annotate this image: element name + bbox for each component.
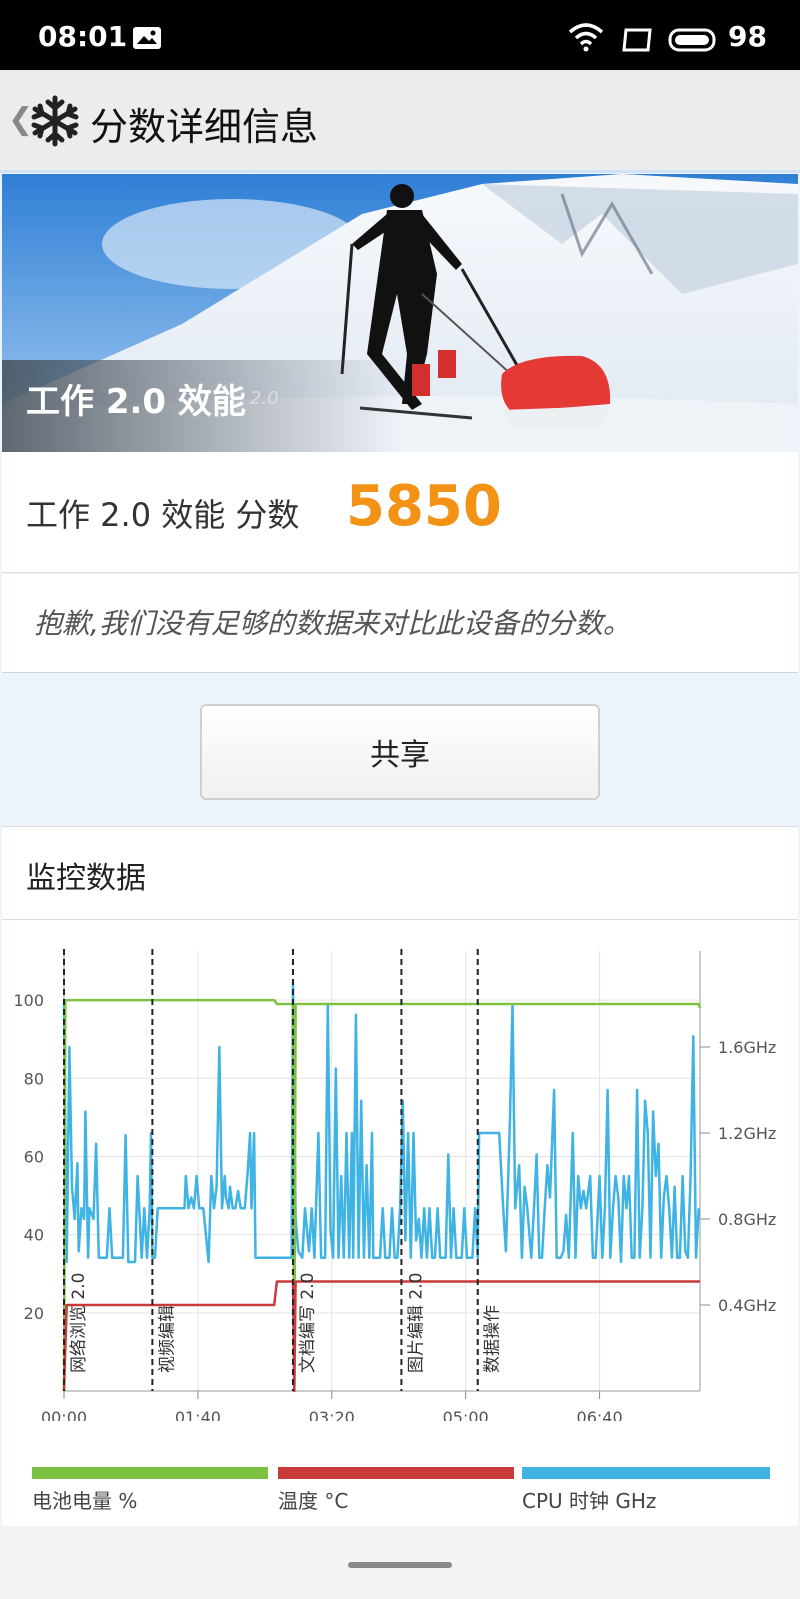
note-card: 抱歉,我们没有足够的数据来对比此设备的分数。 <box>2 574 798 673</box>
y-left-tick-label: 80 <box>24 1069 44 1088</box>
score-value: 5850 <box>346 474 502 539</box>
navigation-bar <box>0 1526 800 1599</box>
x-tick-label: 00:00 <box>41 1408 87 1421</box>
share-button[interactable]: 共享 <box>200 704 600 800</box>
y-left-tick-label: 60 <box>24 1147 44 1166</box>
battery-level: 98 <box>728 20 767 53</box>
status-time: 08:01 <box>38 20 128 53</box>
page-title: 分数详细信息 <box>90 105 319 149</box>
battery-icon <box>668 28 716 52</box>
hero-banner: 工作 2.0 效能 2.0 <box>2 174 798 452</box>
y-right-tick-label: 1.6GHz <box>718 1038 776 1057</box>
snowflake-icon <box>31 95 79 147</box>
y-right-tick-label: 0.8GHz <box>718 1210 776 1229</box>
x-tick-label: 06:40 <box>577 1408 623 1421</box>
section-label: 图片编辑 2.0 <box>406 1273 426 1373</box>
hero-version: 2.0 <box>250 388 279 409</box>
y-left-tick-label: 40 <box>24 1226 44 1245</box>
x-tick-label: 03:20 <box>309 1408 355 1421</box>
home-indicator[interactable] <box>348 1562 452 1568</box>
x-tick-label: 05:00 <box>443 1408 489 1421</box>
y-left-tick-label: 100 <box>13 991 44 1010</box>
screen-rotation-icon <box>622 28 652 52</box>
legend-cpu-label: CPU 时钟 GHz <box>522 1489 657 1513</box>
section-label: 视频编辑 <box>157 1305 177 1373</box>
hero-title: 工作 2.0 效能 <box>26 382 246 422</box>
score-label: 工作 2.0 效能 分数 <box>26 496 300 534</box>
legend-battery: 电池电量 % <box>32 1467 268 1514</box>
legend-battery-label: 电池电量 % <box>32 1489 138 1513</box>
y-right-tick-label: 0.4GHz <box>718 1296 776 1315</box>
y-left-tick-label: 20 <box>24 1304 44 1323</box>
comparison-note: 抱歉,我们没有足够的数据来对比此设备的分数。 <box>34 607 631 640</box>
app-header: ❮ 分数详细信息 <box>0 70 800 173</box>
x-tick-label: 01:40 <box>175 1408 221 1421</box>
legend-battery-swatch <box>32 1467 268 1479</box>
legend-temperature-label: 温度 °C <box>278 1489 349 1513</box>
score-card: 工作 2.0 效能 分数 5850 <box>2 452 798 573</box>
section-label: 文档编写 2.0 <box>298 1273 318 1373</box>
cpu-clock-series-line <box>62 981 700 1264</box>
monitor-title: 监控数据 <box>26 861 146 896</box>
legend-temperature: 温度 °C <box>278 1467 514 1514</box>
y-right-tick-label: 1.2GHz <box>718 1124 776 1143</box>
divider <box>2 919 798 920</box>
legend-cpu-swatch <box>522 1467 770 1479</box>
section-label: 网络浏览 2.0 <box>69 1273 89 1373</box>
section-label: 数据操作 <box>483 1305 503 1373</box>
status-bar: 08:01 98 <box>0 0 800 70</box>
legend-temperature-swatch <box>278 1467 514 1479</box>
monitor-chart: 20 40 60 80 100 0.4GHz 0.8GHz 1.2GHz 1.6GHz 00:00… <box>13 949 776 1421</box>
image-notification-icon <box>133 27 161 49</box>
monitor-card: 监控数据 20 40 60 80 100 0.4GHz 0.8GHz 1.2GHz 1.6GHz… <box>2 826 798 1527</box>
legend-cpu: CPU 时钟 GHz <box>522 1467 770 1514</box>
wifi-icon <box>568 23 604 52</box>
